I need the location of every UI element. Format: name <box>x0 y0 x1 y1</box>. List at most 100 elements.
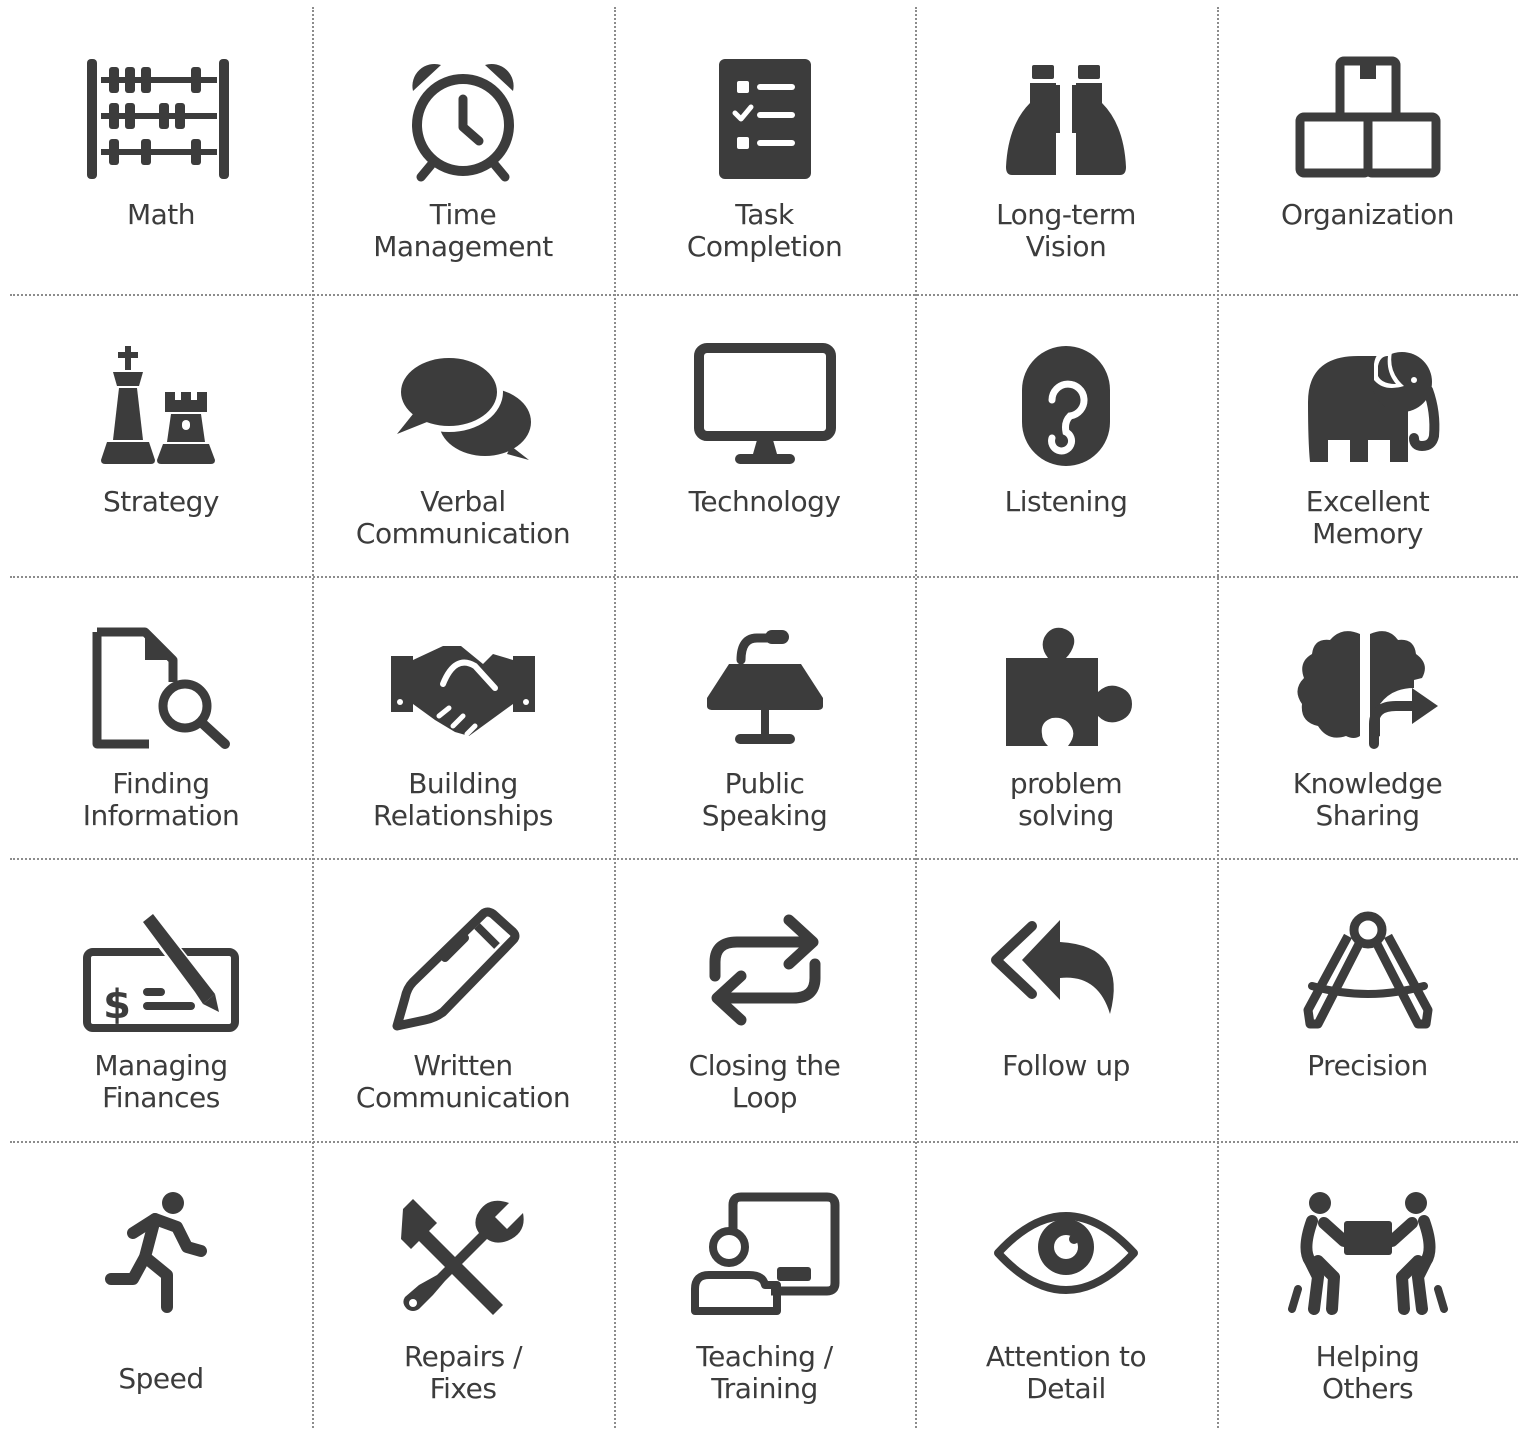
skill-label-line: Memory <box>1312 517 1423 550</box>
skill-label: Excellent Memory <box>1217 486 1518 550</box>
skill-cell: Written Communication <box>312 858 614 1141</box>
skill-label: Managing Finances <box>10 1050 312 1114</box>
skill-label: Attention to Detail <box>915 1341 1217 1405</box>
monitor-icon <box>685 342 845 470</box>
skill-label-line: Communication <box>355 1081 571 1114</box>
people-carrying-box-icon <box>1287 1189 1448 1317</box>
skill-label-line: Completion <box>686 230 843 263</box>
skill-label-line: Knowledge <box>1292 767 1443 800</box>
binoculars-icon <box>986 55 1146 183</box>
skill-label: Repairs / Fixes <box>312 1341 614 1405</box>
skill-label-line: Finances <box>102 1081 220 1114</box>
skill-label: Time Management <box>312 199 614 263</box>
puzzle-piece-icon <box>986 624 1146 752</box>
skill-label-line: Detail <box>1026 1372 1106 1405</box>
skill-cell: Long-term Vision <box>915 7 1217 294</box>
skill-label-line: Follow up <box>1002 1049 1130 1082</box>
skill-cell: Knowledge Sharing <box>1217 576 1518 858</box>
skill-label-line: Math <box>126 198 196 231</box>
chess-pieces-icon <box>81 342 241 470</box>
skill-label: Speed <box>10 1363 312 1395</box>
skill-label: Teaching / Training <box>614 1341 915 1405</box>
skill-label: Listening <box>915 486 1217 518</box>
skill-label-line: Speed <box>118 1362 204 1395</box>
skill-cell: Excellent Memory <box>1217 294 1518 576</box>
skill-cell: Organization <box>1217 7 1518 294</box>
skill-cell: Teaching / Training <box>614 1141 915 1428</box>
skill-label-line: Helping <box>1315 1340 1420 1373</box>
skill-label: Technology <box>614 486 915 518</box>
ear-icon <box>986 342 1146 470</box>
skill-label-line: Precision <box>1307 1049 1428 1082</box>
skill-label-line: Excellent <box>1305 485 1430 518</box>
boxes-icon <box>1288 55 1448 183</box>
skill-label-line: Written <box>413 1049 513 1082</box>
pen-icon <box>383 906 543 1034</box>
skill-label: Public Speaking <box>614 768 915 832</box>
skill-cell: Attention to Detail <box>915 1141 1217 1428</box>
skill-label: Verbal Communication <box>312 486 614 550</box>
skill-label-line: Information <box>82 799 240 832</box>
skill-label: Math <box>10 199 312 231</box>
skill-cell: Building Relationships <box>312 576 614 858</box>
skill-label: Helping Others <box>1217 1341 1518 1405</box>
lectern-icon <box>685 624 845 752</box>
skill-label-line: problem <box>1009 767 1123 800</box>
skill-label-line: Closing the <box>688 1049 841 1082</box>
skill-label-line: Listening <box>1004 485 1128 518</box>
skill-label-line: solving <box>1018 799 1114 832</box>
skill-label: Strategy <box>10 486 312 518</box>
elephant-icon <box>1288 342 1448 470</box>
skill-label-line: Long-term <box>996 198 1136 231</box>
skill-label-line: Vision <box>1025 230 1107 263</box>
checklist-icon <box>685 55 845 183</box>
skill-label-line: Strategy <box>103 485 219 518</box>
skill-label-line: Training <box>711 1372 818 1405</box>
skill-label-line: Managing <box>94 1049 228 1082</box>
skill-cell: Public Speaking <box>614 576 915 858</box>
skill-cell: Technology <box>614 294 915 576</box>
skill-label-line: Others <box>1321 1372 1414 1405</box>
tools-icon <box>383 1189 543 1317</box>
skill-cell: Strategy <box>10 294 312 576</box>
skill-cell: Task Completion <box>614 7 915 294</box>
skill-label: Finding Information <box>10 768 312 832</box>
speech-bubbles-icon <box>383 342 543 470</box>
skill-label-line: Attention to <box>985 1340 1147 1373</box>
skill-cell: Closing the Loop <box>614 858 915 1141</box>
skill-label-line: Repairs / <box>403 1340 523 1373</box>
skill-label-line: Teaching / <box>696 1340 833 1373</box>
teacher-board-icon <box>685 1189 845 1317</box>
skill-cell: $ Managing Finances <box>10 858 312 1141</box>
skill-label-line: Management <box>373 230 553 263</box>
skill-cell: Finding Information <box>10 576 312 858</box>
skill-label-line: Time <box>429 198 497 231</box>
skill-cell: Precision <box>1217 858 1518 1141</box>
skill-label-line: Verbal <box>420 485 506 518</box>
abacus-icon <box>81 55 241 183</box>
skill-cell: Time Management <box>312 7 614 294</box>
skill-cell: Follow up <box>915 858 1217 1141</box>
skill-label: Task Completion <box>614 199 915 263</box>
skill-label-line: Relationships <box>373 799 553 832</box>
check-pen-icon: $ <box>81 906 241 1034</box>
document-search-icon <box>81 624 241 752</box>
handshake-icon <box>383 624 543 752</box>
skill-label: Knowledge Sharing <box>1217 768 1518 832</box>
skill-cell: Math <box>10 7 312 294</box>
skill-cell: Helping Others <box>1217 1141 1518 1428</box>
skill-cell: Verbal Communication <box>312 294 614 576</box>
runner-icon <box>81 1189 241 1317</box>
loop-arrows-icon <box>685 906 845 1034</box>
skill-label: Closing the Loop <box>614 1050 915 1114</box>
skill-cell: Listening <box>915 294 1217 576</box>
skill-label: Organization <box>1217 199 1518 231</box>
skill-label-line: Communication <box>355 517 571 550</box>
skill-label-line: Task <box>735 198 794 231</box>
skill-label: Written Communication <box>312 1050 614 1114</box>
svg-text:$: $ <box>103 982 131 1028</box>
skill-label: Precision <box>1217 1050 1518 1082</box>
reply-all-icon <box>986 906 1146 1034</box>
skill-label-line: Fixes <box>429 1372 497 1405</box>
brain-share-icon <box>1288 624 1448 752</box>
